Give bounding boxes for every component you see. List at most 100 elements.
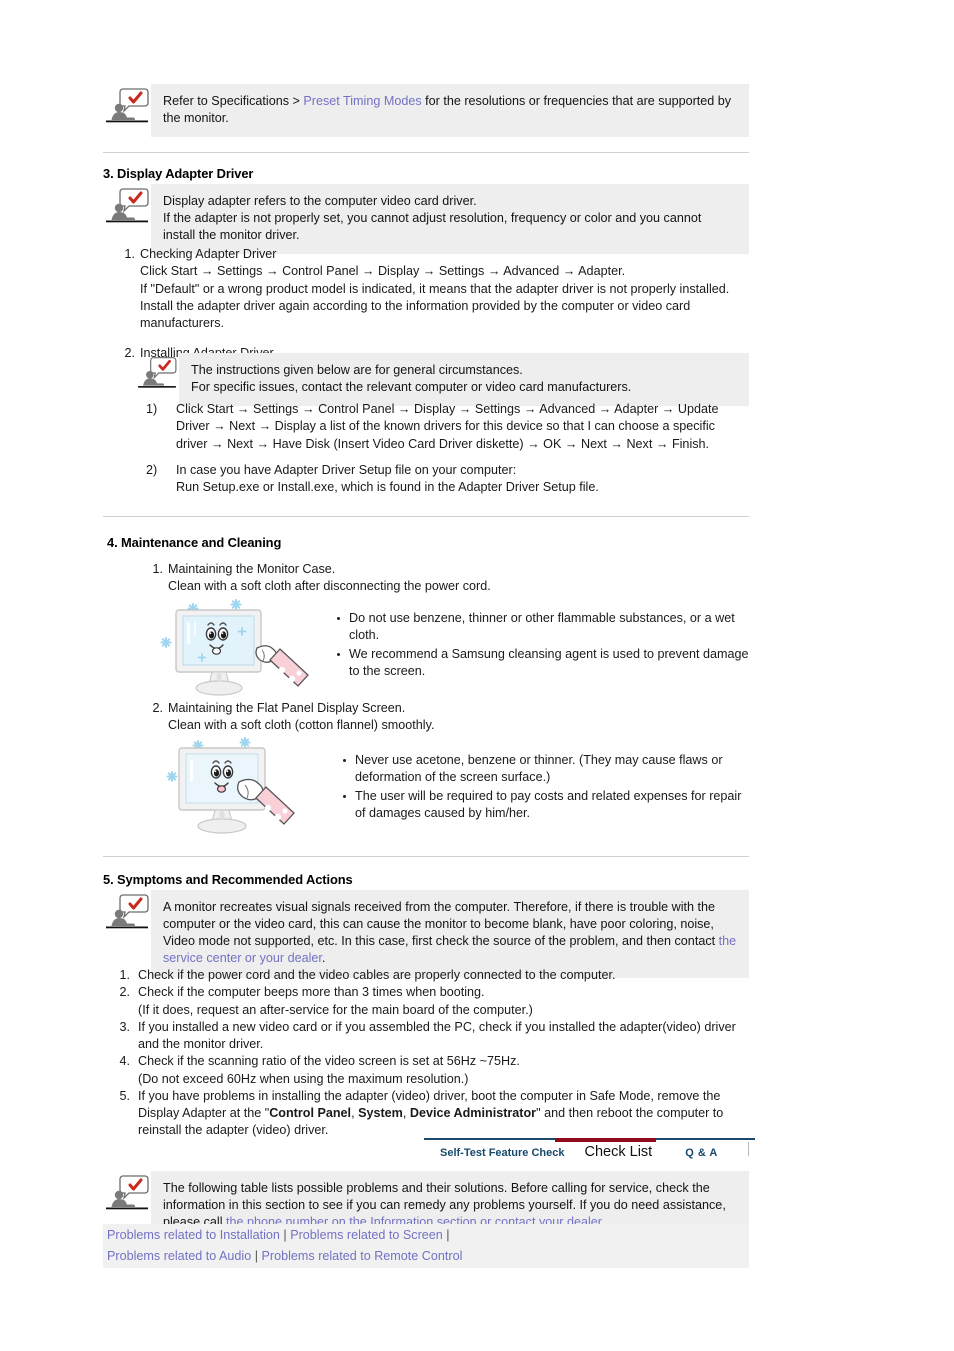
item-mid-1: , [351, 1106, 359, 1120]
list-item: 1. Maintaining the Monitor Case. Clean w… [103, 561, 749, 596]
item-mid-2: , [402, 1106, 410, 1120]
note-line-1: Display adapter refers to the computer v… [163, 194, 477, 208]
link-separator: | [251, 1249, 262, 1263]
maintenance-illustration-row-2: Never use acetone, benzene or thinner. (… [103, 732, 749, 842]
bullet-item: The user will be required to pay costs a… [341, 788, 749, 823]
tab-separator [748, 1142, 749, 1156]
section-divider-2 [103, 516, 749, 517]
substep-line-1: In case you have Adapter Driver Setup fi… [176, 462, 517, 477]
substep-line-2: Run Setup.exe or Install.exe, which is f… [176, 480, 599, 494]
control-panel-label: Control Panel [269, 1106, 352, 1120]
item-line-3: If "Default" or a wrong product model is… [140, 281, 730, 331]
list-marker: 1. [124, 247, 135, 261]
note-text: The instructions given below are for gen… [179, 353, 749, 407]
item-line-2: (Do not exceed 60Hz when using the maxim… [138, 1071, 469, 1086]
note-text: Refer to Specifications > Preset Timing … [151, 84, 749, 138]
problem-links-row-1: Problems related to Installation | Probl… [103, 1224, 749, 1248]
maintenance-bullets-1: Do not use benzene, thinner or other fla… [323, 592, 749, 682]
bullet-item: Never use acetone, benzene or thinner. (… [341, 752, 749, 787]
monitor-cleaning-illustration [158, 592, 323, 697]
note-text: A monitor recreates visual signals recei… [151, 890, 749, 978]
note-text-before: A monitor recreates visual signals recei… [163, 900, 719, 949]
note-general-circumstances: The instructions given below are for gen… [135, 353, 749, 407]
problem-links-row-2: Problems related to Audio | Problems rel… [103, 1245, 749, 1269]
person-speech-check-icon [103, 1173, 151, 1213]
heading-symptoms-actions: 5. Symptoms and Recommended Actions [103, 872, 353, 887]
list-item: 1) Click Start → Settings → Control Pane… [146, 401, 749, 453]
tab-check-list[interactable]: Check List [585, 1144, 653, 1160]
item-line-1: Maintaining the Monitor Case. [168, 562, 336, 576]
person-speech-check-icon [103, 86, 151, 126]
maintenance-illustration-row-1: Do not use benzene, thinner or other fla… [103, 592, 749, 697]
tab-qa[interactable]: Q & A [685, 1147, 718, 1159]
link-separator: | [442, 1228, 450, 1242]
note-line-2: For specific issues, contact the relevan… [191, 380, 632, 395]
item-line-2: (If it does, request an after-service fo… [138, 1002, 533, 1017]
flat-panel-cleaning-illustration [163, 732, 333, 842]
note-text-before: Refer to Specifications > [163, 94, 304, 108]
list-marker: 1. [119, 968, 130, 982]
note-text: Display adapter refers to the computer v… [151, 184, 749, 255]
display-adapter-driver-list: 1. Checking Adapter Driver Click Start →… [103, 246, 749, 363]
list-item: 3. If you installed a new video card or … [112, 1019, 749, 1054]
heading-maintenance-cleaning: 4. Maintenance and Cleaning [107, 535, 282, 550]
system-label: System [358, 1106, 403, 1120]
list-marker: 5. [119, 1088, 130, 1103]
list-item: 1. Check if the power cord and the video… [112, 967, 749, 984]
person-speech-check-icon [103, 892, 151, 932]
list-item: 4. Check if the scanning ratio of the vi… [112, 1053, 749, 1088]
substep-text: Click Start → Settings → Control Panel →… [176, 402, 719, 451]
list-marker: 2) [146, 462, 158, 477]
item-line-1: Check if the power cord and the video ca… [138, 968, 616, 982]
item-text: If you have problems in installing the a… [138, 1088, 749, 1140]
tab-self-test-feature-check[interactable]: Self-Test Feature Check [440, 1147, 565, 1159]
list-marker: 2. [124, 346, 135, 361]
person-speech-check-icon [103, 186, 151, 226]
list-item: 2) In case you have Adapter Driver Setup… [146, 462, 749, 497]
note-preset-timing: Refer to Specifications > Preset Timing … [103, 84, 749, 138]
list-marker: 1. [152, 562, 163, 576]
tab-bar: Self-Test Feature Check Check List Q & A [424, 1138, 755, 1172]
item-line-1: Checking Adapter Driver [140, 247, 277, 261]
maintenance-list-item-2: 2. Maintaining the Flat Panel Display Sc… [103, 700, 749, 735]
link-problems-remote-control[interactable]: Problems related to Remote Control [262, 1249, 463, 1263]
list-marker: 4. [119, 1054, 130, 1069]
list-marker: 1) [146, 402, 158, 416]
device-administrator-label: Device Administrator [409, 1106, 537, 1120]
note-symptoms: A monitor recreates visual signals recei… [103, 890, 749, 978]
list-item: 2. Check if the computer beeps more than… [112, 984, 749, 1019]
item-line-1: Check if the scanning ratio of the video… [138, 1054, 520, 1069]
bullet-item: Do not use benzene, thinner or other fla… [335, 610, 749, 645]
item-line-1: Check if the computer beeps more than 3 … [138, 985, 485, 1000]
bullet-list: Never use acetone, benzene or thinner. (… [341, 752, 749, 823]
link-problems-installation[interactable]: Problems related to Installation [107, 1228, 280, 1242]
list-marker: 2. [119, 985, 130, 1000]
note-display-adapter: Display adapter refers to the computer v… [103, 184, 749, 255]
note-line-2: If the adapter is not properly set, you … [163, 211, 702, 243]
section-divider-1 [103, 152, 749, 153]
install-adapter-substeps: 1) Click Start → Settings → Control Pane… [146, 401, 749, 496]
preset-timing-modes-link[interactable]: Preset Timing Modes [303, 94, 421, 108]
list-item: 2. Maintaining the Flat Panel Display Sc… [103, 700, 749, 735]
person-speech-check-icon [135, 355, 179, 391]
list-marker: 3. [119, 1019, 130, 1034]
link-problems-screen[interactable]: Problems related to Screen [290, 1228, 443, 1242]
item-line-1: If you installed a new video card or if … [138, 1019, 736, 1051]
item-line-1: Maintaining the Flat Panel Display Scree… [168, 701, 406, 715]
heading-display-adapter-driver: 3. Display Adapter Driver [103, 166, 254, 181]
symptoms-action-list: 1. Check if the power cord and the video… [112, 967, 749, 1140]
maintenance-bullets-2: Never use acetone, benzene or thinner. (… [333, 732, 749, 824]
section-divider-3 [103, 856, 749, 857]
maintenance-list-item-1: 1. Maintaining the Monitor Case. Clean w… [103, 561, 749, 596]
note-line-1: The instructions given below are for gen… [191, 363, 523, 377]
active-tab-indicator [555, 1138, 656, 1142]
note-text-after: . [321, 951, 326, 966]
link-problems-audio[interactable]: Problems related to Audio [107, 1249, 251, 1263]
list-marker: 2. [152, 701, 163, 715]
item-line-2: Click Start → Settings → Control Panel →… [140, 264, 626, 279]
list-item: 5. If you have problems in installing th… [112, 1088, 749, 1140]
document-page: Refer to Specifications > Preset Timing … [0, 0, 954, 1351]
bullet-list: Do not use benzene, thinner or other fla… [335, 610, 749, 681]
link-separator: | [279, 1228, 291, 1242]
bullet-item: We recommend a Samsung cleansing agent i… [335, 646, 749, 681]
